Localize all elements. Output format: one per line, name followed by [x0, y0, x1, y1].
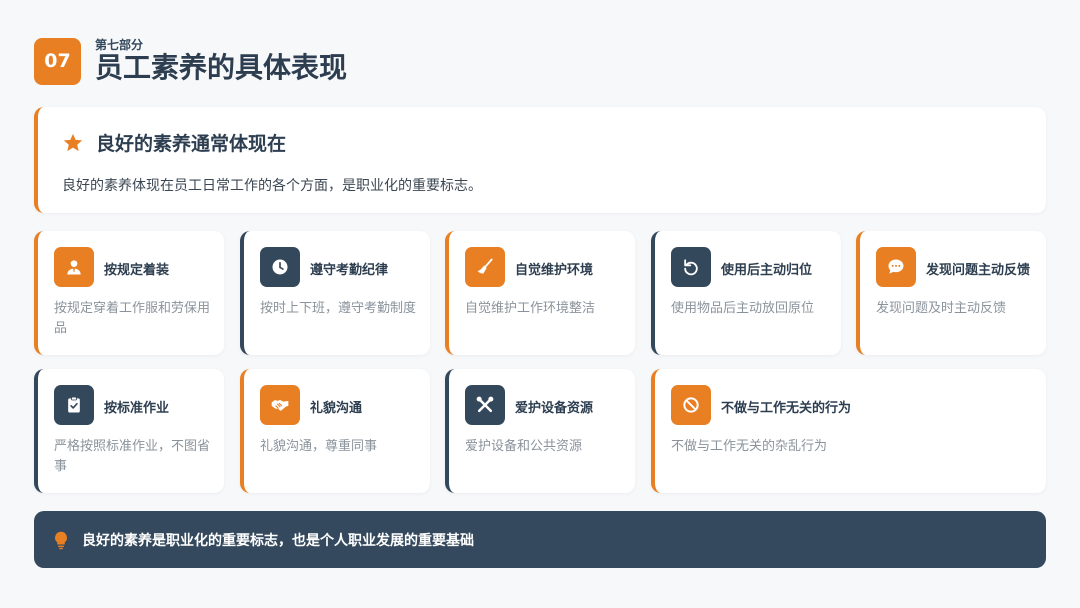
card-description: 爱护设备和公共资源 [465, 439, 583, 454]
card-title: 按标准作业 [104, 401, 170, 416]
card-icon-box [260, 385, 300, 425]
card-title: 礼貌沟通 [310, 401, 363, 416]
card-description: 使用物品后主动放回原位 [671, 301, 815, 316]
card-icon-box [465, 247, 505, 287]
undo-icon [684, 259, 698, 276]
page-title: 员工素养的具体表现 [95, 50, 348, 84]
card-attendance: 遵守考勤纪律 按时上下班，遵守考勤制度 [240, 231, 430, 355]
card-communication: 礼貌沟通 礼貌沟通，尊重同事 [240, 369, 430, 493]
person-icon [67, 260, 81, 275]
card-icon-box [671, 385, 711, 425]
card-icon-box [876, 247, 916, 287]
broom-icon [477, 258, 493, 274]
card-equipment: 爱护设备资源 爱护设备和公共资源 [445, 369, 635, 493]
card-dress-code: 按规定着装 按规定穿着工作服和劳保用品 [34, 231, 224, 355]
lightbulb-icon [55, 531, 67, 549]
footer-text: 良好的素养是职业化的重要标志，也是个人职业发展的重要基础 [82, 532, 474, 549]
section-number-badge: 07 [34, 37, 81, 85]
clipboard-icon [68, 396, 80, 413]
footer-bar: 良好的素养是职业化的重要标志，也是个人职业发展的重要基础 [34, 511, 1046, 568]
card-icon-box [54, 247, 94, 287]
ban-icon [683, 397, 699, 413]
card-description: 礼貌沟通，尊重同事 [260, 439, 378, 454]
card-icon-box [671, 247, 711, 287]
card-description: 按时上下班，遵守考勤制度 [260, 301, 417, 316]
intro-card: 良好的素养通常体现在 良好的素养体现在员工日常工作的各个方面，是职业化的重要标志… [34, 107, 1046, 213]
card-title: 自觉维护环境 [515, 263, 594, 278]
card-description: 严格按照标准作业，不图省事 [54, 439, 211, 474]
card-icon-box [465, 385, 505, 425]
card-feedback: 发现问题主动反馈 发现问题及时主动反馈 [856, 231, 1046, 355]
card-title: 按规定着装 [104, 263, 170, 278]
intro-title: 良好的素养通常体现在 [96, 133, 287, 155]
card-title: 不做与工作无关的行为 [721, 401, 852, 416]
card-description: 不做与工作无关的杂乱行为 [671, 439, 828, 454]
card-title: 爱护设备资源 [515, 401, 594, 416]
intro-heading: 良好的素养通常体现在 [62, 129, 286, 156]
card-environment: 自觉维护环境 自觉维护工作环境整洁 [445, 231, 635, 355]
card-description: 按规定穿着工作服和劳保用品 [54, 301, 211, 336]
card-icon-box [54, 385, 94, 425]
card-title: 发现问题主动反馈 [926, 263, 1031, 278]
intro-description: 良好的素养体现在员工日常工作的各个方面，是职业化的重要标志。 [62, 178, 482, 194]
card-no-unrelated: 不做与工作无关的行为 不做与工作无关的杂乱行为 [651, 369, 1046, 493]
handshake-icon [271, 400, 289, 411]
section-label: 第七部分 [95, 37, 144, 52]
tools-icon [476, 396, 494, 413]
card-return-items: 使用后主动归位 使用物品后主动放回原位 [651, 231, 841, 355]
card-description: 自觉维护工作环境整洁 [465, 301, 596, 316]
card-description: 发现问题及时主动反馈 [876, 301, 1007, 316]
chat-icon [888, 259, 904, 274]
star-icon [63, 133, 83, 151]
card-icon-box [260, 247, 300, 287]
section-header: 07 第七部分 员工素养的具体表现 [34, 37, 347, 85]
card-standard-work: 按标准作业 严格按照标准作业，不图省事 [34, 369, 224, 493]
card-title: 遵守考勤纪律 [310, 263, 389, 278]
card-title: 使用后主动归位 [721, 263, 813, 278]
clock-icon [272, 259, 288, 275]
title-block: 第七部分 员工素养的具体表现 [95, 37, 348, 84]
